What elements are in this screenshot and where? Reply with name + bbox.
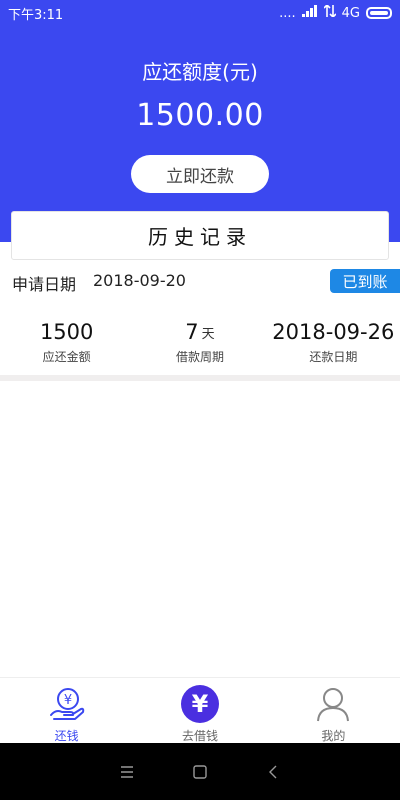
network-type: 4G — [341, 5, 360, 21]
signal-dots: .... — [279, 5, 296, 21]
stat-value: 2018-09-26 — [272, 320, 395, 344]
stat-value: 1500 — [39, 320, 94, 344]
stat-value: 7 — [185, 320, 199, 344]
stat-repay-amount: 1500 应还金额 — [0, 316, 133, 368]
tab-repay[interactable]: ¥ 还钱 — [0, 678, 133, 743]
yen-coin-icon: ¥ — [180, 685, 220, 723]
menu-icon[interactable] — [117, 762, 137, 782]
repay-now-button[interactable]: 立即还款 — [131, 155, 269, 193]
stat-loan-period: 7 天 借款周期 — [133, 316, 266, 368]
history-records-button[interactable]: 历史记录 — [11, 211, 389, 260]
svg-text:¥: ¥ — [64, 693, 72, 708]
apply-date-value: 2018-09-20 — [93, 271, 186, 290]
tab-label: 我的 — [321, 729, 346, 743]
section-divider — [0, 375, 400, 381]
status-bar: 下午3:11 .... 4G — [0, 0, 400, 26]
stat-unit: 天 — [201, 327, 215, 342]
bottom-tab-bar: ¥ 还钱 ¥ 去借钱 我的 — [0, 677, 400, 743]
apply-date-label: 申请日期 — [12, 275, 77, 294]
tab-borrow[interactable]: ¥ 去借钱 — [133, 678, 266, 743]
record-header: 申请日期 2018-09-20 已到账 — [0, 269, 400, 295]
network-icon — [323, 3, 337, 21]
tab-mine[interactable]: 我的 — [267, 678, 400, 743]
status-badge: 已到账 — [330, 269, 400, 293]
stat-label: 应还金额 — [42, 350, 91, 364]
home-icon[interactable] — [190, 762, 210, 782]
amount-label: 应还额度(元) — [142, 60, 258, 84]
battery-icon — [366, 7, 392, 19]
tab-label: 还钱 — [54, 729, 79, 743]
user-icon — [313, 685, 353, 723]
stat-label: 借款周期 — [175, 350, 224, 364]
loan-stats: 1500 应还金额 7 天 借款周期 2018-09-26 还款日期 — [0, 316, 400, 368]
signal-icon — [301, 5, 318, 21]
tab-label: 去借钱 — [181, 729, 218, 743]
stat-label: 还款日期 — [309, 350, 358, 364]
system-nav-bar — [0, 743, 400, 800]
stat-repay-date: 2018-09-26 还款日期 — [267, 316, 400, 368]
amount-value: 1500.00 — [136, 98, 264, 133]
hand-yen-icon: ¥ — [47, 685, 87, 723]
status-time: 下午3:11 — [8, 7, 64, 23]
back-icon[interactable] — [263, 762, 283, 782]
status-indicators: .... 4G — [279, 3, 392, 21]
